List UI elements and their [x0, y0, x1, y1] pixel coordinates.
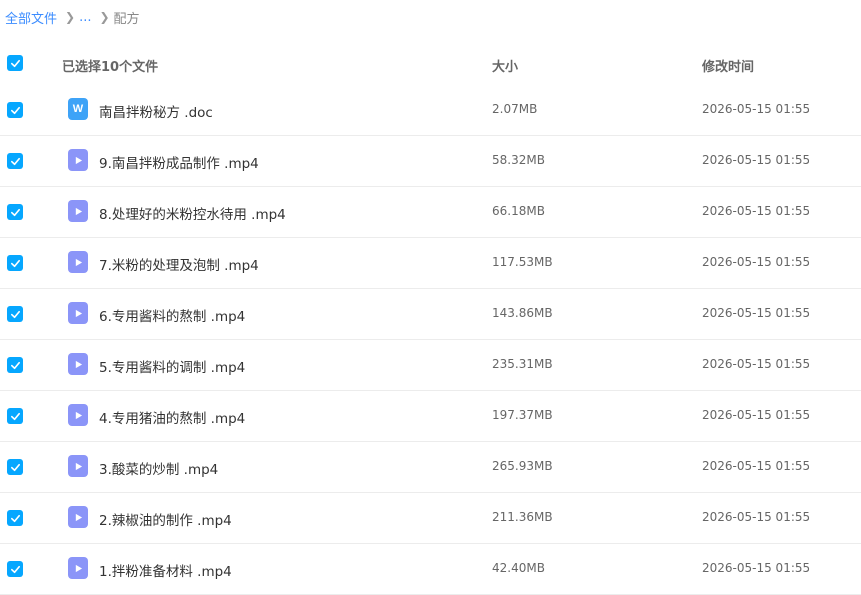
file-name[interactable]: 5.专用酱料的调制 .mp4 [99, 356, 245, 376]
file-size: 66.18MB [492, 204, 545, 218]
play-icon [75, 513, 82, 521]
file-row[interactable]: 8.处理好的米粉控水待用 .mp4 66.18MB 2026-05-15 01:55 [0, 187, 861, 238]
file-name[interactable]: 7.米粉的处理及泡制 .mp4 [99, 254, 259, 274]
selected-count-label: 已选择10个文件 [62, 60, 159, 75]
play-icon [75, 258, 82, 266]
video-file-icon [68, 455, 88, 477]
play-icon [75, 462, 82, 470]
video-file-icon [68, 200, 88, 222]
file-checkbox[interactable] [7, 102, 23, 118]
file-checkbox[interactable] [7, 357, 23, 373]
file-name[interactable]: 6.专用酱料的熬制 .mp4 [99, 305, 245, 325]
check-icon [10, 463, 20, 471]
check-icon [10, 565, 20, 573]
video-file-icon [68, 302, 88, 324]
play-icon [75, 411, 82, 419]
file-name[interactable]: 4.专用猪油的熬制 .mp4 [99, 407, 245, 427]
check-icon [10, 59, 20, 67]
file-modified-time: 2026-05-15 01:55 [702, 153, 811, 167]
file-name[interactable]: 1.拌粉准备材料 .mp4 [99, 560, 232, 580]
file-size: 2.07MB [492, 102, 538, 116]
breadcrumb-ellipsis-link[interactable]: ... [79, 10, 91, 25]
file-name[interactable]: 8.处理好的米粉控水待用 .mp4 [99, 203, 286, 223]
chevron-right-icon: ❯ [65, 10, 76, 24]
column-header-modified-time[interactable]: 修改时间 [702, 56, 754, 75]
file-size: 117.53MB [492, 255, 553, 269]
file-checkbox[interactable] [7, 306, 23, 322]
word-doc-icon: W [68, 98, 88, 120]
file-checkbox[interactable] [7, 153, 23, 169]
check-icon [10, 208, 20, 216]
check-icon [10, 514, 20, 522]
file-size: 58.32MB [492, 153, 545, 167]
file-row[interactable]: 4.专用猪油的熬制 .mp4 197.37MB 2026-05-15 01:55 [0, 391, 861, 442]
file-modified-time: 2026-05-15 01:55 [702, 408, 811, 422]
file-name[interactable]: 南昌拌粉秘方 .doc [99, 101, 213, 121]
file-modified-time: 2026-05-15 01:55 [702, 561, 811, 575]
file-size: 42.40MB [492, 561, 545, 575]
video-file-icon [68, 557, 88, 579]
file-row[interactable]: 6.专用酱料的熬制 .mp4 143.86MB 2026-05-15 01:55 [0, 289, 861, 340]
check-icon [10, 106, 20, 114]
file-row[interactable]: 9.南昌拌粉成品制作 .mp4 58.32MB 2026-05-15 01:55 [0, 136, 861, 187]
file-modified-time: 2026-05-15 01:55 [702, 306, 811, 320]
file-name[interactable]: 2.辣椒油的制作 .mp4 [99, 509, 232, 529]
video-file-icon [68, 506, 88, 528]
video-file-icon [68, 149, 88, 171]
file-size: 211.36MB [492, 510, 553, 524]
play-icon [75, 564, 82, 572]
chevron-right-icon: ❯ [99, 10, 110, 24]
play-icon [75, 309, 82, 317]
video-file-icon [68, 251, 88, 273]
column-header-size[interactable]: 大小 [492, 56, 518, 75]
video-file-icon [68, 353, 88, 375]
file-modified-time: 2026-05-15 01:55 [702, 459, 811, 473]
file-row[interactable]: 3.酸菜的炒制 .mp4 265.93MB 2026-05-15 01:55 [0, 442, 861, 493]
file-row[interactable]: 1.拌粉准备材料 .mp4 42.40MB 2026-05-15 01:55 [0, 544, 861, 595]
file-modified-time: 2026-05-15 01:55 [702, 102, 811, 116]
play-icon [75, 156, 82, 164]
play-icon [75, 360, 82, 368]
check-icon [10, 157, 20, 165]
file-size: 143.86MB [492, 306, 553, 320]
select-all-checkbox[interactable] [7, 55, 23, 71]
breadcrumb-root-link[interactable]: 全部文件 [5, 8, 57, 27]
file-checkbox[interactable] [7, 459, 23, 475]
file-size: 197.37MB [492, 408, 553, 422]
check-icon [10, 310, 20, 318]
video-file-icon [68, 404, 88, 426]
check-icon [10, 259, 20, 267]
file-list: W 南昌拌粉秘方 .doc 2.07MB 2026-05-15 01:55 9.南昌拌粉… [0, 85, 861, 595]
file-modified-time: 2026-05-15 01:55 [702, 510, 811, 524]
file-row[interactable]: 7.米粉的处理及泡制 .mp4 117.53MB 2026-05-15 01:55 [0, 238, 861, 289]
file-modified-time: 2026-05-15 01:55 [702, 255, 811, 269]
file-checkbox[interactable] [7, 561, 23, 577]
breadcrumb: 全部文件 ❯ ... ❯ 配方 [5, 7, 140, 27]
file-row[interactable]: W 南昌拌粉秘方 .doc 2.07MB 2026-05-15 01:55 [0, 85, 861, 136]
file-name[interactable]: 3.酸菜的炒制 .mp4 [99, 458, 218, 478]
file-name[interactable]: 9.南昌拌粉成品制作 .mp4 [99, 152, 259, 172]
file-row[interactable]: 2.辣椒油的制作 .mp4 211.36MB 2026-05-15 01:55 [0, 493, 861, 544]
check-icon [10, 361, 20, 369]
file-size: 265.93MB [492, 459, 553, 473]
check-icon [10, 412, 20, 420]
file-size: 235.31MB [492, 357, 553, 371]
play-icon [75, 207, 82, 215]
file-checkbox[interactable] [7, 408, 23, 424]
file-modified-time: 2026-05-15 01:55 [702, 357, 811, 371]
file-checkbox[interactable] [7, 510, 23, 526]
file-checkbox[interactable] [7, 204, 23, 220]
file-modified-time: 2026-05-15 01:55 [702, 204, 811, 218]
breadcrumb-current: 配方 [113, 11, 140, 27]
file-checkbox[interactable] [7, 255, 23, 271]
file-list-header: 已选择10个文件 大小 修改时间 [0, 38, 861, 88]
file-row[interactable]: 5.专用酱料的调制 .mp4 235.31MB 2026-05-15 01:55 [0, 340, 861, 391]
